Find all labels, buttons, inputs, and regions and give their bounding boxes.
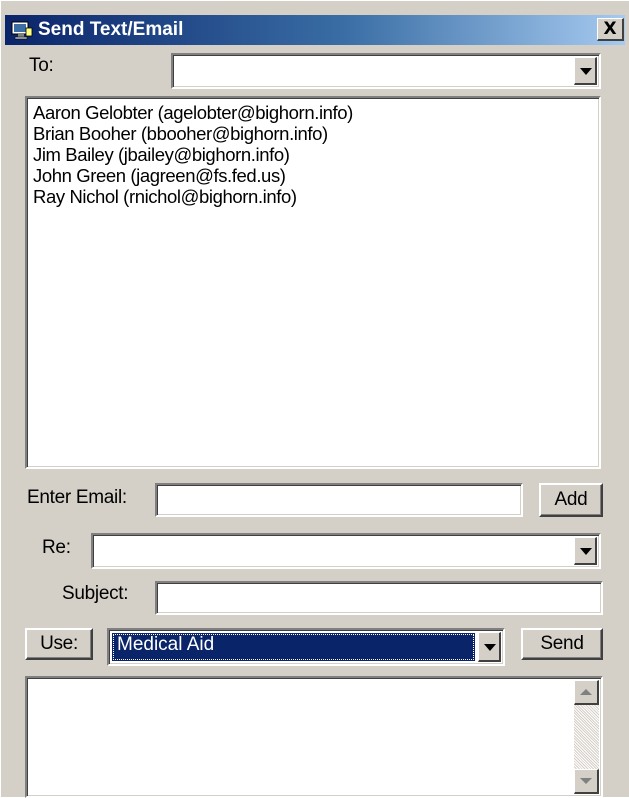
scroll-down-icon[interactable] bbox=[574, 769, 599, 794]
list-item[interactable]: Ray Nichol (rnichol@bighorn.info) bbox=[33, 186, 593, 207]
list-item[interactable]: Aaron Gelobter (agelobter@bighorn.info) bbox=[33, 102, 593, 123]
chevron-down-icon[interactable] bbox=[574, 57, 597, 85]
close-button[interactable]: X bbox=[597, 18, 624, 41]
list-item[interactable]: Jim Bailey (jbailey@bighorn.info) bbox=[33, 144, 593, 165]
email-field[interactable] bbox=[155, 483, 523, 517]
list-item[interactable]: Brian Booher (bbooher@bighorn.info) bbox=[33, 123, 593, 144]
message-scrollbar[interactable] bbox=[574, 680, 599, 794]
to-label: To: bbox=[29, 55, 54, 76]
title-bar[interactable]: Send Text/Email bbox=[5, 15, 625, 45]
message-textarea[interactable] bbox=[25, 676, 603, 798]
scroll-up-icon[interactable] bbox=[574, 680, 599, 705]
app-icon bbox=[11, 21, 33, 40]
recipient-list[interactable]: Aaron Gelobter (agelobter@bighorn.info) … bbox=[25, 96, 601, 469]
use-button[interactable]: Use: bbox=[25, 628, 93, 660]
to-combobox[interactable] bbox=[171, 53, 601, 89]
chevron-down-icon[interactable] bbox=[574, 537, 597, 565]
subject-field[interactable] bbox=[155, 581, 603, 615]
subject-label: Subject: bbox=[62, 583, 129, 604]
enter-email-label: Enter Email: bbox=[27, 487, 127, 508]
template-selected-value: Medical Aid bbox=[112, 633, 475, 661]
add-button[interactable]: Add bbox=[539, 483, 603, 517]
re-combobox[interactable] bbox=[91, 533, 601, 569]
chevron-down-icon[interactable] bbox=[478, 632, 501, 662]
re-label: Re: bbox=[42, 537, 71, 558]
window-title: Send Text/Email bbox=[38, 19, 184, 40]
list-item[interactable]: John Green (jagreen@fs.fed.us) bbox=[33, 165, 593, 186]
template-select[interactable]: Medical Aid bbox=[107, 628, 505, 666]
send-text-email-window: Send Text/Email X To: Aaron Gelobter (ag… bbox=[0, 0, 629, 798]
send-button[interactable]: Send bbox=[521, 628, 603, 660]
